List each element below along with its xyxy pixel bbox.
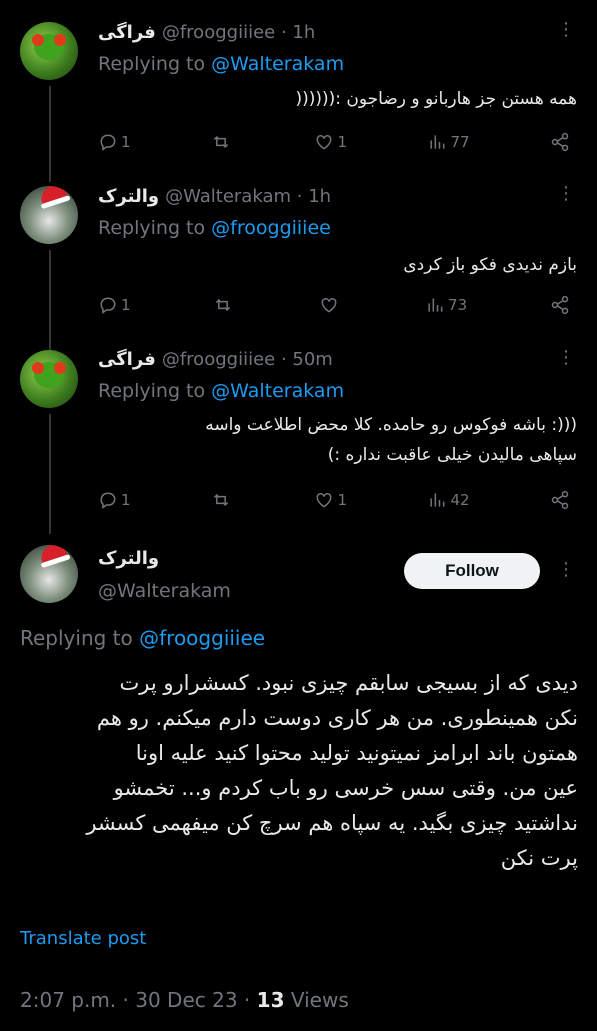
repost-button[interactable] (211, 132, 234, 152)
like-button[interactable]: 1 (314, 490, 347, 510)
share-button[interactable] (550, 295, 570, 315)
views-icon (430, 493, 445, 507)
reply-button[interactable]: 1 (98, 295, 131, 315)
tweet-text-line: نکن همینطوری. من هر کاری دوست دارم میکنم… (96, 706, 578, 730)
more-icon[interactable]: ⋮ (557, 561, 575, 579)
avatar[interactable] (20, 22, 78, 80)
views-button[interactable]: 73 (425, 295, 467, 315)
views-icon (430, 135, 445, 149)
reply-icon (100, 492, 116, 509)
heart-icon (317, 134, 332, 150)
replying-to: Replying to @Walterakam (98, 53, 345, 75)
views-button[interactable]: 42 (427, 490, 470, 510)
heart-icon (321, 297, 337, 313)
translate-link[interactable]: Translate post (20, 928, 146, 949)
handle[interactable]: @frooggiiiee (162, 349, 275, 370)
like-button[interactable] (319, 295, 342, 315)
reply-icon (100, 297, 116, 314)
replying-to: Replying to @frooggiiiee (20, 626, 266, 650)
more-icon[interactable]: ⋮ (557, 349, 575, 367)
reply-count: 1 (121, 296, 131, 314)
tweet-text-line: سپاهی مالیدن خیلی عاقبت نداره :) (327, 445, 577, 465)
display-name[interactable]: فراگی (98, 22, 156, 43)
view-count: 73 (448, 296, 468, 314)
mention-link[interactable]: @Walterakam (211, 380, 344, 402)
action-bar: 1 1 42 (98, 488, 570, 512)
post-date[interactable]: 30 Dec 23 (135, 988, 237, 1012)
reply-icon (100, 134, 116, 151)
tweet-text: بازم ندیدی فکو باز کردی (403, 255, 577, 275)
mention-link[interactable]: @frooggiiiee (211, 217, 331, 239)
tweet-text-line: عین من. وقتی سس خرسی رو باب کردم و... تخ… (113, 776, 578, 800)
share-icon (551, 490, 569, 510)
views-label: Views (290, 988, 349, 1012)
share-button[interactable] (550, 490, 570, 510)
repost-icon (213, 135, 229, 149)
timestamp[interactable]: · 1h (297, 186, 331, 207)
share-button[interactable] (550, 132, 570, 152)
mention-link[interactable]: @Walterakam (211, 53, 344, 75)
tweet-text-line: (((: باشه فوکوس رو حامده. کلا محض اطلاعت… (205, 415, 577, 435)
follow-button[interactable]: Follow (404, 553, 540, 589)
more-icon[interactable]: ⋮ (557, 185, 575, 203)
views-button[interactable]: 77 (427, 132, 470, 152)
heart-icon (317, 492, 332, 508)
repost-button[interactable] (213, 295, 236, 315)
view-count: 42 (450, 491, 470, 509)
tweet-header: فراگی @frooggiiiee · 50m (98, 349, 333, 370)
share-icon (551, 295, 569, 315)
repost-icon (213, 493, 229, 507)
thread-line (49, 414, 51, 534)
more-icon[interactable]: ⋮ (557, 21, 575, 39)
repost-icon (216, 298, 231, 312)
like-count: 1 (337, 133, 347, 151)
reply-button[interactable]: 1 (98, 132, 131, 152)
handle[interactable]: @Walterakam (165, 186, 291, 207)
replying-to: Replying to @frooggiiiee (98, 217, 331, 239)
tweet-text: دیدی که از بسیجی سابقم چیزی نبود. کسشرار… (18, 666, 578, 876)
tweet-text-line: دیدی که از بسیجی سابقم چیزی نبود. کسشرار… (119, 671, 578, 695)
mention-link[interactable]: @frooggiiiee (139, 626, 265, 650)
action-bar: 1 73 (98, 293, 570, 317)
display-name[interactable]: فراگی (98, 349, 156, 370)
tweet-text-line: نداشتید چیزی بگید. یه سپاه هم سرچ کن میف… (86, 811, 578, 835)
avatar[interactable] (20, 545, 78, 603)
reply-button[interactable]: 1 (98, 490, 131, 510)
avatar[interactable] (20, 186, 78, 244)
tweet-text-line: پرت نکن (500, 846, 578, 870)
tweet-text: (((: باشه فوکوس رو حامده. کلا محض اطلاعت… (205, 410, 577, 470)
post-time[interactable]: 2:07 p.m. (20, 988, 116, 1012)
display-name[interactable]: والترک (98, 548, 159, 569)
timestamp[interactable]: · 50m (281, 349, 333, 370)
tweet-text: همه هستن جز هاربانو و رضاجون :(((((( (295, 89, 577, 109)
tweet-header: والترک @Walterakam · 1h (98, 186, 331, 207)
thread-line (49, 250, 51, 350)
action-bar: 1 1 77 (98, 130, 570, 154)
handle[interactable]: @Walterakam (98, 580, 231, 602)
views-icon (428, 298, 443, 312)
repost-button[interactable] (211, 490, 234, 510)
thread-line (49, 86, 51, 182)
tweet-text-line: همتون باند ابرامز نمیتونید تولید محتوا ک… (135, 741, 578, 765)
view-count: 77 (450, 133, 470, 151)
timestamp[interactable]: · 1h (281, 22, 315, 43)
display-name[interactable]: والترک (98, 186, 159, 207)
tweet-meta: 2:07 p.m. · 30 Dec 23 · 13 Views (20, 988, 349, 1012)
like-count: 1 (337, 491, 347, 509)
reply-count: 1 (121, 133, 131, 151)
views-count: 13 (256, 988, 285, 1012)
handle[interactable]: @frooggiiiee (162, 22, 275, 43)
avatar[interactable] (20, 350, 78, 408)
tweet-header: فراگی @frooggiiiee · 1h (98, 22, 315, 43)
reply-count: 1 (121, 491, 131, 509)
share-icon (551, 132, 569, 152)
replying-to: Replying to @Walterakam (98, 380, 345, 402)
like-button[interactable]: 1 (314, 132, 347, 152)
